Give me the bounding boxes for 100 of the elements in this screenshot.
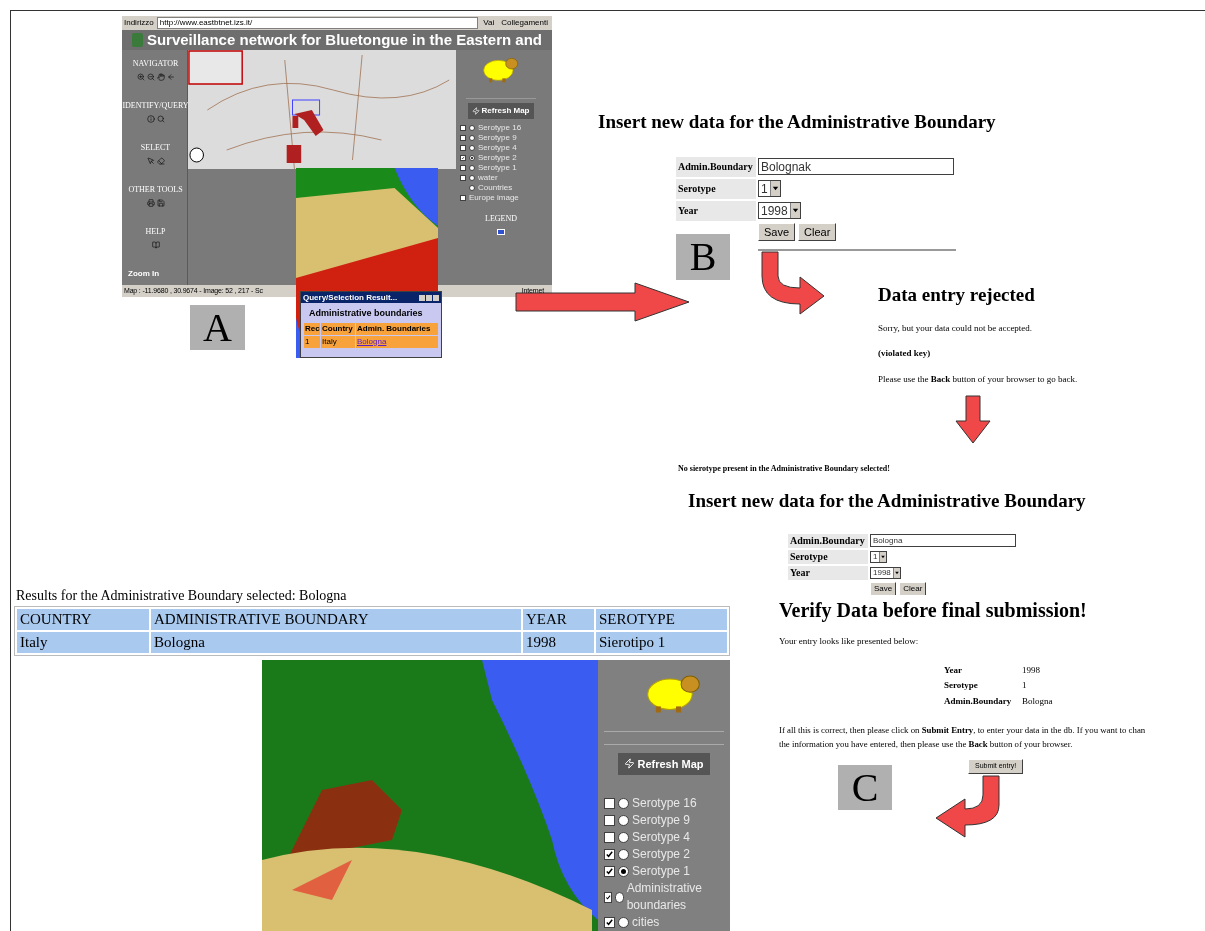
table-cell: 1 — [304, 335, 320, 348]
clear-button[interactable]: Clear — [798, 222, 837, 241]
summary-value: Bologna — [1022, 694, 1054, 708]
field-label: Year — [788, 565, 868, 580]
refresh-map-button[interactable]: Refresh Map — [468, 103, 534, 119]
checkbox[interactable] — [604, 866, 615, 877]
mode-label: Zoom In — [128, 268, 160, 280]
checkbox[interactable] — [460, 195, 466, 201]
checkbox[interactable] — [604, 815, 615, 826]
radio-button[interactable] — [469, 185, 475, 191]
table-cell: Italy — [321, 335, 355, 348]
layer-label: Serotype 9 — [478, 133, 517, 143]
radio-button[interactable] — [618, 798, 629, 809]
zoom-out-icon[interactable] — [146, 73, 155, 81]
summary-value: 1 — [1022, 679, 1028, 692]
radio-button[interactable] — [618, 866, 629, 877]
message-text: Sorry, but your data could not be accepted. — [878, 321, 1034, 335]
radio-button[interactable] — [618, 849, 629, 860]
summary-label: Admin.Boundary — [944, 694, 1013, 708]
radio-button[interactable] — [469, 135, 475, 141]
select-field[interactable]: 1 — [758, 180, 781, 197]
curved-arrow — [935, 775, 1001, 841]
instruction-text: the information you have entered, then please use the Back button of your browser. — [779, 738, 1074, 751]
form-heading: Insert new data for the Administrative Boundary — [688, 489, 1086, 513]
select-field[interactable]: 1 — [870, 550, 888, 563]
radio-button[interactable] — [469, 155, 475, 161]
links-button[interactable]: Collegamenti — [499, 17, 550, 29]
select-value: 1 — [760, 180, 769, 198]
checkbox[interactable] — [604, 832, 615, 843]
go-button[interactable]: Vai — [481, 17, 497, 29]
layer-label: cities — [632, 914, 660, 931]
legend-icon[interactable] — [497, 229, 505, 235]
popup-heading: Administrative boundaries — [309, 307, 424, 320]
column-header: ADMINISTRATIVE BOUNDARY — [151, 609, 521, 630]
field-label: Serotype — [676, 178, 756, 199]
hand-icon[interactable] — [156, 73, 165, 81]
info-icon[interactable] — [146, 115, 155, 123]
pointer-icon[interactable] — [146, 157, 155, 165]
field-label: Admin.Boundary — [788, 533, 868, 548]
checkbox[interactable] — [604, 891, 613, 903]
table-cell: Sierotipo 1 — [596, 632, 727, 653]
checkbox[interactable] — [460, 165, 466, 171]
table-cell: Italy — [17, 632, 149, 653]
boundary-link[interactable]: Bologna — [356, 335, 438, 348]
checkbox[interactable] — [460, 135, 466, 141]
select-field[interactable]: 1998 — [758, 202, 801, 219]
eraser-icon[interactable] — [156, 157, 165, 165]
checkbox[interactable] — [460, 175, 466, 181]
address-label: Indirizzo — [124, 17, 154, 29]
zoom-in-icon[interactable] — [136, 73, 145, 81]
radio-button[interactable] — [615, 891, 624, 903]
layer-label: Countries — [478, 183, 513, 193]
layer-label: Serotype 2 — [478, 153, 517, 163]
checkbox[interactable] — [604, 798, 615, 809]
form-heading: Insert new data for the Administrative Boundary — [598, 110, 996, 134]
summary-label: Year — [944, 663, 963, 677]
window-title: Query/Selection Result... — [303, 291, 398, 304]
intro-text: Your entry looks like presented below: — [779, 635, 920, 648]
radio-button[interactable] — [618, 832, 629, 843]
save-button[interactable]: Save — [870, 581, 897, 596]
checkbox[interactable] — [460, 125, 466, 131]
field-label: Admin.Boundary — [676, 156, 756, 177]
radio-button[interactable] — [618, 917, 629, 928]
column-header: Country — [321, 322, 355, 335]
radio-button[interactable] — [469, 165, 475, 171]
search-icon[interactable] — [156, 115, 165, 123]
radio-button[interactable] — [469, 175, 475, 181]
checkbox[interactable] — [460, 155, 466, 161]
panel-letter: A — [190, 305, 245, 350]
layer-label: Europe image — [469, 193, 519, 203]
text-input[interactable]: Bolognak — [758, 158, 954, 175]
checkbox[interactable] — [460, 145, 466, 151]
layer-label: Serotype 2 — [632, 846, 691, 863]
radio-button[interactable] — [469, 145, 475, 151]
rejection-heading: Data entry rejected — [878, 283, 1036, 307]
curved-arrow — [760, 251, 826, 316]
select-field[interactable]: 1998 — [870, 566, 901, 579]
radio-button[interactable] — [469, 125, 475, 131]
checkbox[interactable] — [604, 849, 615, 860]
clear-button[interactable]: Clear — [899, 581, 927, 596]
layer-label: Serotype 4 — [478, 143, 517, 153]
panel-letter: C — [838, 765, 892, 810]
radio-button[interactable] — [618, 815, 629, 826]
printer-icon[interactable] — [146, 199, 155, 207]
summary-label: Serotype — [944, 679, 979, 692]
book-icon[interactable] — [151, 241, 160, 249]
legend-label: LEGEND — [485, 213, 517, 225]
address-field[interactable]: http://www.eastbtnet.izs.it/ — [156, 17, 479, 29]
select-value: 1998 — [760, 202, 789, 220]
checkbox[interactable] — [604, 917, 615, 928]
layer-label: Serotype 16 — [632, 795, 697, 812]
select-value: 1998 — [872, 566, 892, 579]
notice-text: No sierotype present in the Administrative Boundary selected! — [678, 463, 890, 475]
save-button[interactable]: Save — [758, 222, 796, 241]
window-controls-icon[interactable] — [419, 294, 439, 301]
message-text: (violated key) — [878, 347, 932, 360]
refresh-map-button[interactable]: Refresh Map — [618, 752, 710, 775]
summary-value: 1998 — [1022, 663, 1041, 677]
text-input[interactable]: Bologna — [870, 534, 1016, 547]
select-value: 1 — [872, 550, 879, 563]
